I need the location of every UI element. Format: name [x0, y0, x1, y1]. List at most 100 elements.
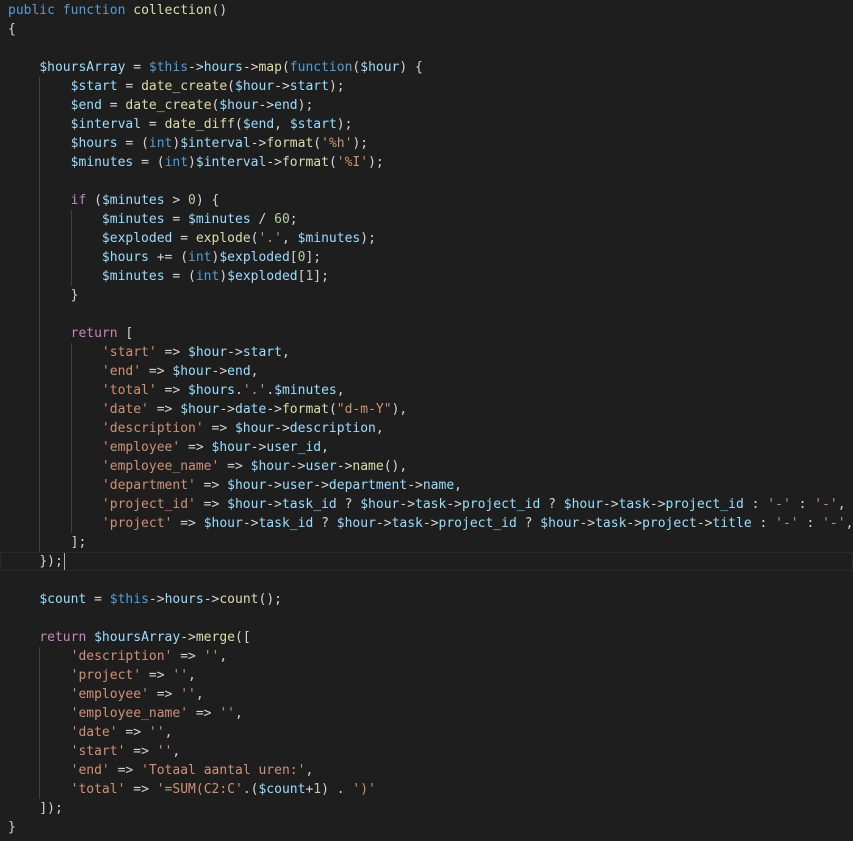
code-token: ( [281, 60, 290, 75]
code-token: = ( [133, 155, 165, 170]
code-line[interactable]: 'start' => '', [0, 742, 853, 761]
code-line[interactable]: 'employee_name' => '', [0, 704, 853, 723]
code-token: $count [258, 782, 306, 797]
code-token: => [117, 725, 149, 740]
code-line[interactable]: $hoursArray = $this->hours->map(function… [0, 58, 853, 77]
indent-guide [39, 248, 41, 267]
code-token: -> [227, 345, 243, 360]
code-line[interactable]: 'date' => '', [0, 723, 853, 742]
code-token: $interval [180, 136, 251, 151]
code-token: '' [156, 744, 173, 759]
code-token: 'project' [101, 516, 173, 531]
code-token: start [242, 345, 282, 360]
code-line[interactable] [0, 305, 853, 324]
code-line[interactable]: 'description' => '', [0, 647, 853, 666]
code-line[interactable]: 'department' => $hour->user->department-… [0, 476, 853, 495]
code-line[interactable]: return $hoursArray->merge([ [0, 628, 853, 647]
code-line[interactable]: if ($minutes > 0) { [0, 191, 853, 210]
code-token: 'project_id' [101, 497, 196, 512]
code-token: ), [391, 402, 408, 417]
code-token: $minutes [274, 383, 337, 398]
code-token: department [328, 478, 408, 493]
indent-guide [39, 115, 41, 134]
code-token: '-' [775, 516, 799, 531]
code-line[interactable]: { [0, 20, 853, 39]
code-token: '' [172, 668, 189, 683]
code-line[interactable]: 'total' => $hours.'.'.$minutes, [0, 381, 853, 400]
code-line[interactable]: 'project' => $hour->task_id ? $hour->tas… [0, 514, 853, 533]
code-token: $hour [360, 497, 400, 512]
code-line[interactable]: 'employee' => $hour->user_id, [0, 438, 853, 457]
code-token: ')' [352, 782, 376, 797]
code-line[interactable]: ]); [0, 799, 853, 818]
code-line[interactable]: 'start' => $hour->start, [0, 343, 853, 362]
code-line[interactable] [0, 571, 853, 590]
code-line[interactable] [0, 39, 853, 58]
code-line[interactable]: public function collection() [0, 1, 853, 20]
code-token: task_id [258, 516, 314, 531]
code-line[interactable]: $minutes = $minutes / 60; [0, 210, 853, 229]
code-line[interactable]: 'employee_name' => $hour->user->name(), [0, 457, 853, 476]
code-line[interactable]: $exploded = explode('.', $minutes); [0, 229, 853, 248]
code-line[interactable]: 'end' => $hour->end, [0, 362, 853, 381]
code-line[interactable]: return [ [0, 324, 853, 343]
code-token: $exploded [227, 269, 298, 284]
code-line[interactable] [0, 609, 853, 628]
code-token: ) { [399, 60, 423, 75]
code-line[interactable]: ]; [0, 533, 853, 552]
code-line[interactable]: $count = $this->hours->count(); [0, 590, 853, 609]
code-token: user_id [266, 440, 322, 455]
code-editor[interactable]: public function collection(){ $hoursArra… [0, 0, 853, 841]
code-line[interactable]: 'project_id' => $hour->task_id ? $hour->… [0, 495, 853, 514]
code-token: -> [626, 516, 643, 531]
indent-guide [39, 780, 41, 799]
code-line[interactable]: 'total' => '=SUM(C2:C'.($count+1) . ')' [0, 780, 853, 799]
code-token: '' [148, 725, 165, 740]
indent-guide [39, 172, 41, 191]
code-token: 'department' [101, 478, 196, 493]
code-token: 60 [274, 212, 290, 227]
code-line[interactable]: 'description' => $hour->description, [0, 419, 853, 438]
code-line[interactable]: 'project' => '', [0, 666, 853, 685]
code-token: ) [321, 782, 329, 797]
code-line[interactable]: } [0, 286, 853, 305]
code-line[interactable]: 'end' => 'Totaal aantal uren:', [0, 761, 853, 780]
code-line[interactable]: } [0, 818, 853, 837]
code-token: -> [422, 516, 439, 531]
code-line[interactable] [0, 172, 853, 191]
code-token: = [125, 60, 149, 75]
code-token: 'date' [101, 402, 149, 417]
code-line[interactable]: 'employee' => '', [0, 685, 853, 704]
code-token: , [235, 706, 243, 721]
code-line[interactable]: $start = date_create($hour->start); [0, 77, 853, 96]
code-token: task [415, 497, 447, 512]
code-token: ? [540, 497, 564, 512]
code-line[interactable]: $interval = date_diff($end, $start); [0, 115, 853, 134]
code-token: , [305, 763, 314, 778]
code-token: , [837, 497, 846, 512]
code-token: : [751, 516, 776, 531]
indent-guide [39, 723, 41, 742]
code-line[interactable]: }); [0, 552, 853, 571]
indent-guide [70, 419, 72, 438]
code-line[interactable]: 'date' => $hour->date->format("d-m-Y"), [0, 400, 853, 419]
code-token: int [164, 155, 189, 170]
indent-guide [70, 514, 72, 533]
code-token: , [274, 117, 290, 132]
indent-guide [39, 210, 41, 229]
code-line[interactable]: $minutes = (int)$interval->format('%I'); [0, 153, 853, 172]
code-token: public [8, 3, 55, 18]
indent-guide [39, 324, 41, 343]
indent-guide [39, 286, 41, 305]
code-line[interactable]: $minutes = (int)$exploded[1]; [0, 267, 853, 286]
code-line[interactable]: $end = date_create($hour->end); [0, 96, 853, 115]
code-token: => [219, 459, 251, 474]
code-token: ? [336, 497, 361, 512]
code-token: '.' [242, 383, 267, 398]
indent-guide [39, 533, 41, 552]
code-token: '.' [258, 231, 282, 246]
code-token: format [281, 155, 329, 170]
code-line[interactable]: $hours += (int)$exploded[0]; [0, 248, 853, 267]
code-line[interactable]: $hours = (int)$interval->format('%h'); [0, 134, 853, 153]
